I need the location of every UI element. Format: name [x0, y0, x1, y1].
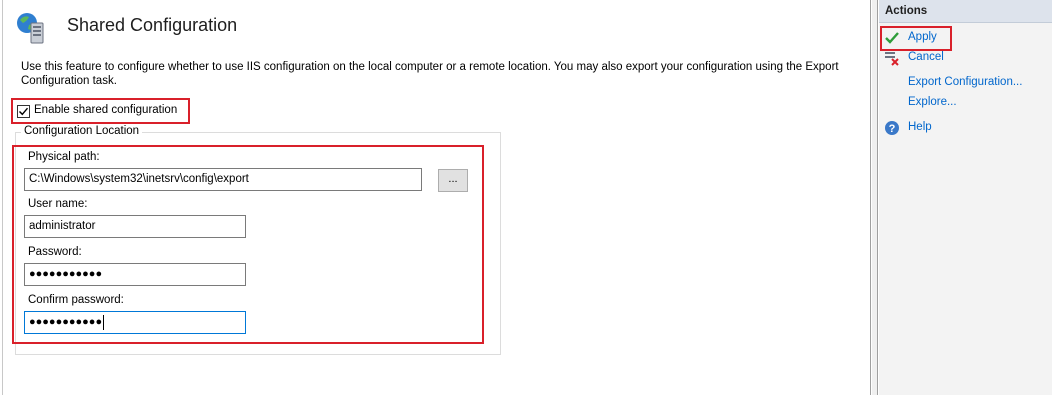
confirm-password-label: Confirm password:: [28, 294, 124, 306]
explore-action[interactable]: Explore...: [884, 94, 1044, 112]
text-caret: [103, 314, 105, 330]
enable-shared-configuration-row[interactable]: Enable shared configuration: [11, 98, 190, 124]
page-title: Shared Configuration: [67, 15, 238, 35]
help-icon: ?: [885, 121, 899, 135]
enable-shared-configuration-label: Enable shared configuration: [34, 104, 178, 116]
user-name-label: User name:: [28, 198, 88, 210]
actions-pane: Actions Apply Cancel Export Configuratio…: [879, 0, 1052, 395]
pane-splitter[interactable]: [872, 0, 878, 395]
help-action[interactable]: ? Help: [884, 119, 954, 137]
password-input[interactable]: ●●●●●●●●●●●: [24, 263, 246, 286]
shared-configuration-icon: [17, 13, 44, 44]
cancel-label: Cancel: [908, 51, 944, 63]
cancel-action[interactable]: Cancel: [884, 49, 954, 67]
confirm-password-input[interactable]: ●●●●●●●●●●●: [24, 311, 246, 334]
user-name-input[interactable]: administrator: [24, 215, 246, 238]
apply-highlight: [880, 26, 952, 51]
password-label: Password:: [28, 246, 82, 258]
checkmark-icon: [19, 107, 29, 116]
export-configuration-action[interactable]: Export Configuration...: [884, 74, 1044, 92]
browse-button[interactable]: ...: [438, 169, 468, 192]
export-configuration-label: Export Configuration...: [908, 76, 1023, 88]
svg-text:?: ?: [889, 123, 896, 135]
physical-path-input[interactable]: C:\Windows\system32\inetsrv\config\expor…: [24, 168, 422, 191]
configuration-location-legend: Configuration Location: [21, 125, 143, 137]
confirm-password-value: ●●●●●●●●●●●: [29, 316, 103, 328]
cancel-icon: [885, 52, 899, 66]
explore-label: Explore...: [908, 96, 957, 108]
physical-path-label: Physical path:: [28, 151, 100, 163]
actions-header: Actions: [879, 0, 1052, 23]
help-label: Help: [908, 121, 932, 133]
enable-shared-configuration-checkbox[interactable]: [17, 105, 30, 118]
page-description: Use this feature to configure whether to…: [21, 61, 839, 87]
